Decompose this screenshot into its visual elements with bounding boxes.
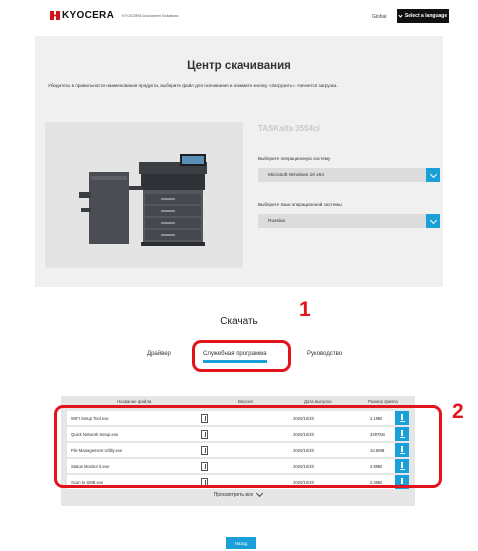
download-section-title: Скачать — [220, 316, 258, 327]
global-link[interactable]: Global — [372, 14, 386, 20]
view-all-link[interactable]: Просмотреть все — [61, 489, 415, 498]
back-button[interactable]: Назад — [226, 537, 256, 549]
top-bar: KYOCERA KYOCERA Document Solutions Globa… — [0, 0, 478, 30]
logo-text: KYOCERA — [62, 10, 115, 21]
os-select-value: Microsoft Windows 10 x64 — [268, 172, 324, 178]
tab-manual[interactable]: Руководство — [307, 351, 342, 357]
os-select[interactable]: Microsoft Windows 10 x64 — [258, 168, 440, 182]
column-header-date: Дата выпуска — [304, 399, 332, 404]
column-header-version: Версия — [238, 399, 253, 404]
product-model-name: TASKalfa 3554ci — [258, 124, 320, 133]
chevron-down-icon — [256, 489, 264, 498]
select-language-button[interactable]: Select a language — [397, 9, 449, 23]
column-header-size: Размер файла — [368, 399, 398, 404]
callout-highlight-files — [54, 405, 442, 488]
os-language-select-value: Russian — [268, 218, 286, 224]
chevron-down-icon — [426, 214, 440, 228]
os-language-select[interactable]: Russian — [258, 214, 440, 228]
logo-subtitle: KYOCERA Document Solutions — [122, 13, 179, 18]
tab-driver[interactable]: Драйвер — [147, 351, 171, 357]
os-select-label: Выберите операционную систему — [258, 156, 331, 161]
callout-highlight-tab — [192, 340, 291, 372]
view-all-label: Просмотреть все — [213, 492, 254, 498]
callout-number-2: 2 — [452, 400, 464, 423]
column-header-name: Название файла — [117, 399, 152, 404]
chevron-down-icon — [426, 168, 440, 182]
select-language-label: Select a language — [404, 13, 448, 19]
kyocera-logo-icon — [50, 11, 60, 20]
os-language-select-label: Выберите язык операционной системы — [258, 202, 342, 207]
product-image — [45, 122, 243, 268]
download-center-panel: Центр скачивания Убедитесь в правильност… — [35, 36, 443, 287]
page-description: Убедитесь в правильности наименования пр… — [48, 83, 338, 88]
callout-number-1: 1 — [299, 298, 311, 321]
printer-illustration — [79, 154, 207, 246]
chevron-down-icon — [398, 12, 403, 18]
page-title: Центр скачивания — [187, 60, 291, 72]
kyocera-logo[interactable]: KYOCERA KYOCERA Document Solutions — [50, 10, 178, 21]
